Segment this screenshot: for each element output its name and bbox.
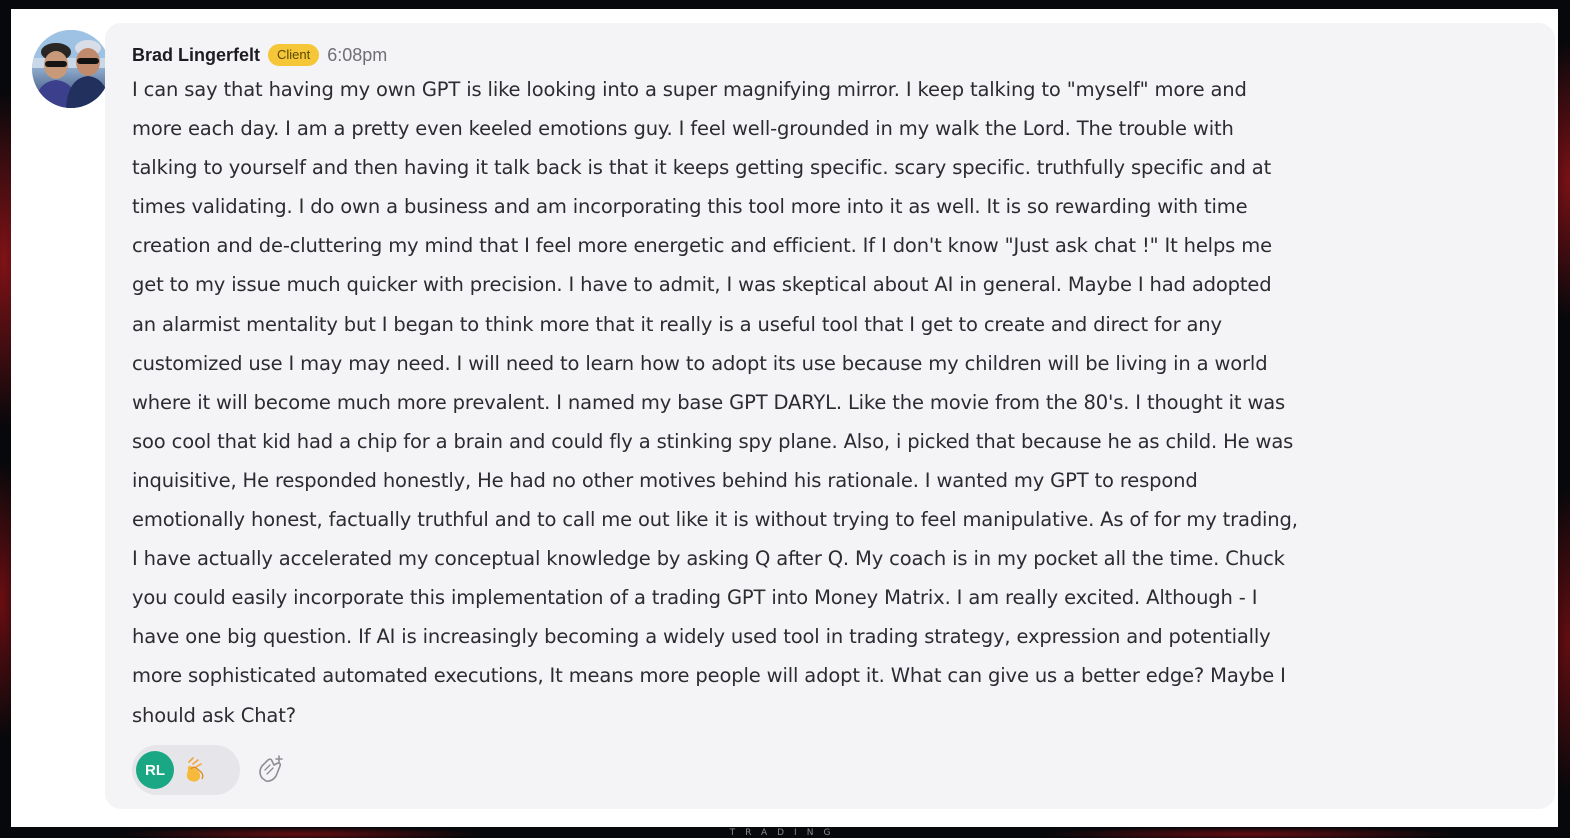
message-line: you could easily incorporate this implem… [132, 586, 1258, 610]
clapping-hands-icon [180, 755, 210, 785]
role-badge: Client [268, 44, 320, 66]
author-avatar-photo [32, 30, 110, 108]
author-avatar[interactable] [32, 30, 110, 108]
message-line: I can say that having my own GPT is like… [132, 78, 1247, 101]
message-line: should ask Chat? [132, 703, 296, 727]
clap-reaction-pill[interactable]: RL [132, 745, 240, 795]
reactor-avatar: RL [136, 751, 174, 789]
message-line: more each day. I am a pretty even keeled… [132, 117, 1234, 141]
message-timestamp: 6:08pm [327, 44, 388, 65]
message-line: soo cool that kid had a chip for a brain… [132, 429, 1294, 453]
message-line: creation and de-cluttering my mind that … [132, 234, 1272, 258]
message-line: emotionally honest, factually truthful a… [132, 508, 1298, 532]
message-line: have one big question. If AI is increasi… [132, 625, 1271, 649]
message-header: Brad Lingerfelt Client 6:08pm [132, 40, 387, 70]
message-text: I can say that having my own GPT is like… [132, 70, 1532, 735]
message-line: where it will become much more prevalent… [132, 390, 1286, 414]
message-line: talking to yourself and then having it t… [132, 156, 1272, 180]
author-name[interactable]: Brad Lingerfelt [132, 45, 260, 66]
message-line: get to my issue much quicker with precis… [132, 273, 1272, 297]
add-reaction-icon[interactable] [252, 752, 288, 788]
message-line: customized use I may may need. I will ne… [132, 351, 1268, 375]
footer-brand-text: TRADING [729, 828, 841, 838]
message-line: an alarmist mentality but I began to thi… [132, 312, 1222, 336]
reactions-bar: RL [132, 745, 288, 795]
message-line: I have actually accelerated my conceptua… [132, 547, 1285, 571]
message-line: times validating. I do own a business an… [132, 195, 1248, 219]
message-line: inquisitive, He responded honestly, He h… [132, 468, 1198, 492]
message-line: more sophisticated automated executions,… [132, 664, 1286, 688]
